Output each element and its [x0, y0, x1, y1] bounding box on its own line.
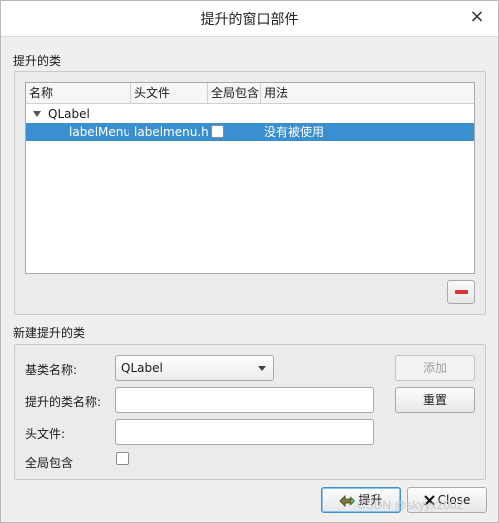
- title-bar: 提升的窗口部件 ×: [1, 1, 498, 37]
- watermark: CSDN @skyyx2002: [357, 498, 464, 512]
- base-class-combobox[interactable]: QLabel: [115, 355, 274, 381]
- promoted-class-name-input[interactable]: [115, 387, 374, 413]
- add-button[interactable]: 添加: [395, 355, 475, 381]
- column-header-global-include[interactable]: 全局包含: [208, 83, 261, 104]
- remove-class-button[interactable]: [447, 280, 475, 304]
- row-usage: 没有被使用: [264, 125, 325, 139]
- promoted-class-name-label: 提升的类名称:: [25, 395, 102, 409]
- global-include-label: 全局包含: [25, 456, 74, 470]
- row-class-name: labelMenu: [69, 125, 129, 139]
- parent-class-name: QLabel: [48, 107, 90, 121]
- row-header-file: labelmenu.h: [134, 125, 208, 139]
- promoted-widgets-dialog: 提升的窗口部件 × 提升的类 名称 头文件 全局包含 用法 QLabel lab…: [0, 0, 499, 523]
- header-file-label: 头文件:: [25, 427, 66, 441]
- base-class-label: 基类名称:: [25, 363, 78, 377]
- minus-icon: [455, 290, 468, 294]
- row-global-include-checkbox[interactable]: [211, 125, 224, 138]
- base-class-value: QLabel: [121, 361, 163, 375]
- dialog-title: 提升的窗口部件: [200, 12, 299, 28]
- global-include-checkbox[interactable]: [116, 452, 129, 465]
- column-header-usage[interactable]: 用法: [261, 83, 474, 104]
- promoted-classes-tree[interactable]: 名称 头文件 全局包含 用法 QLabel labelMenu labelmen…: [25, 82, 475, 274]
- promoted-classes-label: 提升的类: [13, 54, 62, 68]
- chevron-down-icon: [258, 366, 266, 371]
- new-promoted-class-label: 新建提升的类: [13, 326, 86, 340]
- expand-arrow-icon[interactable]: [33, 111, 41, 117]
- tree-header: 名称 头文件 全局包含 用法: [26, 83, 474, 104]
- header-file-input[interactable]: [115, 419, 374, 445]
- promote-icon: [339, 494, 356, 507]
- close-icon[interactable]: ×: [468, 8, 486, 26]
- tree-parent-row[interactable]: QLabel: [26, 105, 474, 123]
- column-header-name[interactable]: 名称: [26, 83, 131, 104]
- tree-row-labelmenu[interactable]: labelMenu labelmenu.h 没有被使用: [26, 123, 474, 141]
- reset-button[interactable]: 重置: [395, 387, 475, 413]
- column-header-header-file[interactable]: 头文件: [131, 83, 208, 104]
